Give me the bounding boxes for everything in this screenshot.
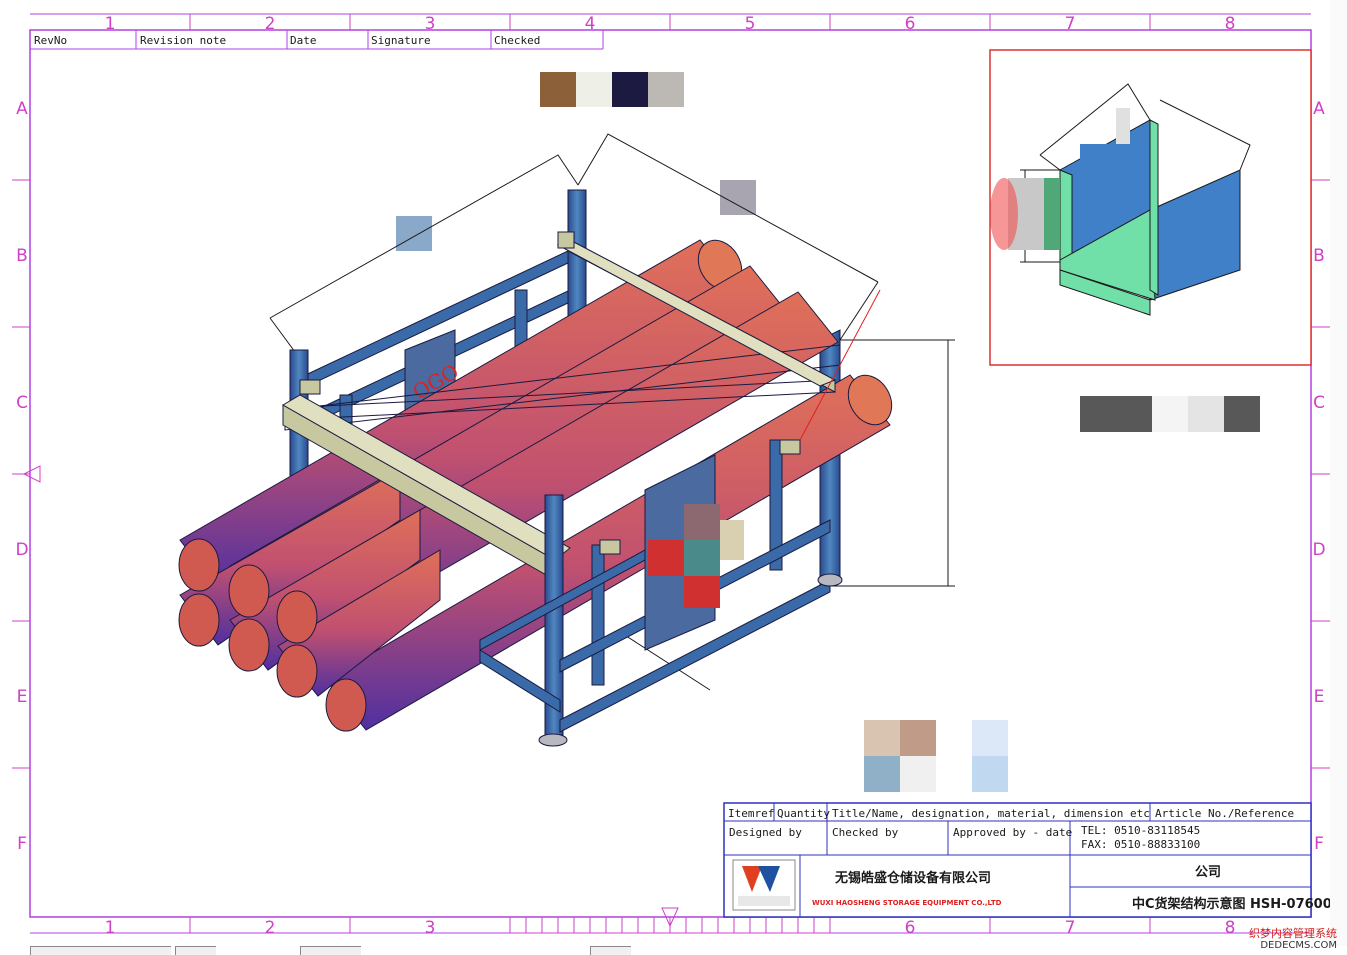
zone-labels-left: A B C D E F (15, 99, 28, 854)
rev-header-signature: Signature (371, 34, 431, 47)
zone-col-label: 8 (1225, 918, 1236, 938)
tb-checked-by: Checked by (832, 826, 899, 839)
zone-col-label: 3 (425, 918, 436, 938)
drawing-sheet: 1 2 3 4 5 6 7 8 1 2 3 6 7 8 A B C D E F … (12, 13, 1347, 938)
zone-row-label: E (1314, 687, 1325, 707)
tb-quantity: Quantity (777, 807, 830, 820)
zone-col-label: 1 (105, 918, 116, 938)
tb-tel: TEL: 0510-83118545 (1081, 824, 1200, 837)
zone-labels-right: A B C D E F (1312, 99, 1325, 854)
layout-tabs (0, 946, 1347, 955)
tb-company-cn: 无锡皓盛仓储设备有限公司 (834, 870, 991, 886)
tb-drawing-title: 中C货架结构示意图 (1132, 896, 1246, 912)
tb-approved-by: Approved by - date (953, 826, 1072, 839)
zone-col-label: 6 (905, 918, 916, 938)
zone-row-label: F (17, 834, 27, 854)
zone-col-label: 4 (585, 14, 596, 34)
mosaic-bottom (864, 720, 1008, 792)
zone-col-label: 8 (1225, 14, 1236, 34)
zone-col-label: 1 (105, 14, 116, 34)
title-block: Itemref Quantity Title/Name, designation… (723, 802, 1347, 918)
zone-row-label: B (1313, 246, 1325, 266)
mosaic-top (540, 72, 684, 107)
detail-view (989, 49, 1312, 366)
revision-table: RevNo Revision note Date Signature Check… (30, 30, 604, 50)
tb-designed-by: Designed by (729, 826, 802, 839)
rev-header-note: Revision note (140, 34, 226, 47)
rev-header-checked: Checked (494, 34, 540, 47)
zone-row-label: B (16, 246, 28, 266)
tb-company-en: WUXI HAOSHENG STORAGE EQUIPMENT CO.,LTD (812, 899, 1002, 907)
zone-col-label: 2 (265, 918, 276, 938)
mosaic-dim-label (396, 216, 432, 251)
zone-row-label: A (16, 99, 28, 119)
rev-header-revno: RevNo (34, 34, 67, 47)
vertical-scrollbar[interactable] (1330, 0, 1347, 946)
mosaic-right (1080, 396, 1260, 432)
tb-company-short: 公司 (1195, 865, 1221, 880)
company-logo (732, 859, 796, 911)
zone-row-label: A (1313, 99, 1325, 119)
zone-row-label: D (15, 540, 28, 560)
tb-title-label: Title/Name, designation, material, dimen… (832, 807, 1150, 820)
zone-col-label: 3 (425, 14, 436, 34)
zone-col-label: 6 (905, 14, 916, 34)
zone-row-label: F (1314, 834, 1324, 854)
watermark-line2: DEDECMS.COM (1260, 940, 1337, 951)
zone-col-label: 5 (745, 14, 756, 34)
zone-col-label: 2 (265, 14, 276, 34)
zone-col-label: 7 (1065, 918, 1076, 938)
mosaic-dim-label (720, 180, 756, 215)
watermark-line1: 织梦内容管理系统 (1249, 927, 1337, 940)
zone-row-label: D (1312, 540, 1325, 560)
zone-col-label: 7 (1065, 14, 1076, 34)
watermark: 织梦内容管理系统 DEDECMS.COM (1249, 928, 1337, 952)
tb-fax: FAX: 0510-88833100 (1081, 838, 1200, 851)
zone-row-label: E (17, 687, 28, 707)
tb-itemref: Itemref (728, 807, 774, 820)
zone-row-label: C (16, 393, 28, 413)
tb-article: Article No./Reference (1155, 807, 1294, 820)
zone-row-label: C (1313, 393, 1325, 413)
rev-header-date: Date (290, 34, 317, 47)
